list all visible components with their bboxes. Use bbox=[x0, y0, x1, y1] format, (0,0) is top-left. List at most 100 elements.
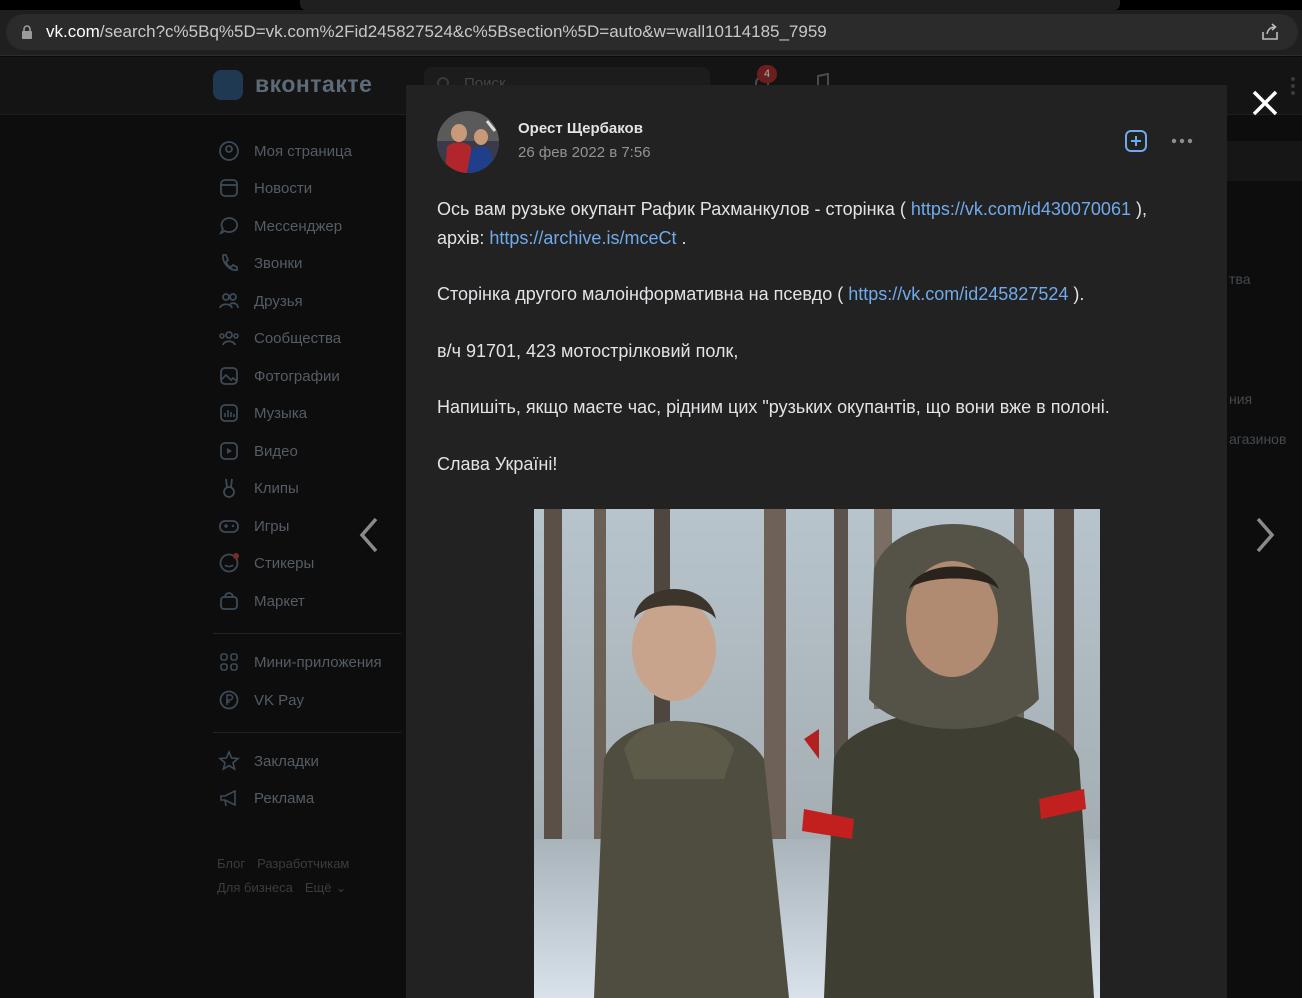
bg-right-panel bbox=[1227, 141, 1302, 181]
sidebar-item-label: VK Pay bbox=[254, 692, 305, 709]
sidebar-item-label: Фотографии bbox=[254, 368, 340, 385]
text-span: Сторінка другого малоінформативна на псе… bbox=[437, 284, 849, 304]
post-paragraph-3: в/ч 91701, 423 мотострілковий полк, bbox=[437, 340, 739, 361]
sidebar-item-bookmarks[interactable]: Закладки bbox=[213, 747, 413, 775]
sidebar-item-messenger[interactable]: Мессенджер bbox=[213, 212, 413, 240]
photo-image bbox=[534, 509, 1100, 998]
sidebar-divider bbox=[213, 732, 401, 733]
bg-right-text-1: тва bbox=[1229, 271, 1251, 287]
vk-logo-icon[interactable] bbox=[213, 70, 243, 100]
url-text[interactable]: vk.com/search?c%5Bq%5D=vk.com%2Fid245827… bbox=[46, 22, 827, 42]
mini-apps-icon bbox=[220, 653, 238, 671]
text-span: Ось вам рузьке окупант Рафик Рахманкулов… bbox=[437, 199, 911, 219]
text-span: архів: bbox=[437, 227, 490, 248]
browser-tab-strip bbox=[0, 0, 1302, 10]
sidebar-item-news[interactable]: Новости bbox=[213, 174, 413, 202]
video-icon bbox=[220, 442, 238, 460]
sidebar-item-music[interactable]: Музыка bbox=[213, 399, 413, 427]
bg-right-text-2: ния bbox=[1229, 391, 1253, 407]
music-icon bbox=[220, 404, 238, 422]
sidebar-item-label: Реклама bbox=[254, 790, 315, 807]
sidebar-item-label: Игры bbox=[254, 518, 290, 535]
chevron-left-icon[interactable] bbox=[354, 513, 384, 557]
post-modal: Орест Щербаков 26 фев 2022 в 7:56 Ось ва… bbox=[406, 85, 1227, 998]
sidebar-item-label: Стикеры bbox=[254, 555, 315, 572]
url-field[interactable]: vk.com/search?c%5Bq%5D=vk.com%2Fid245827… bbox=[6, 14, 1298, 50]
sidebar-item-communities[interactable]: Сообщества bbox=[213, 324, 413, 352]
communities-icon bbox=[219, 331, 239, 346]
sidebar-item-label: Мессенджер bbox=[254, 218, 343, 235]
sidebar-item-calls[interactable]: Звонки bbox=[213, 249, 413, 277]
bookmark-star-icon bbox=[218, 750, 240, 771]
text-span: ), bbox=[1130, 199, 1147, 219]
news-icon bbox=[220, 179, 238, 197]
sidebar-item-mini-apps[interactable]: Мини-приложения bbox=[213, 648, 413, 676]
post-paragraph-2: Сторінка другого малоінформативна на псе… bbox=[437, 280, 1207, 309]
sidebar-item-vk-pay[interactable]: VK Pay bbox=[213, 686, 413, 714]
footer-link-more[interactable]: Ещё bbox=[305, 880, 332, 895]
post-photo[interactable] bbox=[534, 509, 1100, 998]
chevron-right-icon[interactable] bbox=[1250, 513, 1280, 557]
sidebar-item-label: Закладки bbox=[254, 753, 319, 770]
sidebar-item-label: Сообщества bbox=[254, 330, 342, 347]
user-circle-icon bbox=[219, 141, 239, 161]
games-icon bbox=[219, 520, 239, 533]
more-vertical-icon[interactable] bbox=[1290, 75, 1300, 97]
post-link-second-profile[interactable]: https://vk.com/id245827524 bbox=[848, 284, 1068, 304]
sidebar-divider bbox=[213, 633, 401, 634]
sidebar-item-market[interactable]: Маркет bbox=[213, 587, 413, 615]
clips-icon bbox=[223, 478, 235, 498]
text-span: ). bbox=[1068, 284, 1085, 304]
sidebar-item-friends[interactable]: Друзья bbox=[213, 287, 413, 315]
notifications-badge: 4 bbox=[757, 65, 777, 83]
post-date[interactable]: 26 фев 2022 в 7:56 bbox=[518, 144, 651, 161]
footer-link-blog[interactable]: Блог bbox=[217, 856, 245, 871]
post-paragraph-1: Ось вам рузьке окупант Рафик Рахманкулов… bbox=[437, 195, 1207, 252]
sidebar-item-label: Клипы bbox=[254, 480, 299, 497]
sidebar-item-label: Друзья bbox=[254, 293, 303, 310]
text-span: . bbox=[676, 227, 687, 248]
browser-address-bar: vk.com/search?c%5Bq%5D=vk.com%2Fid245827… bbox=[0, 10, 1302, 56]
footer-link-developers[interactable]: Разработчикам bbox=[257, 856, 349, 871]
chevron-down-icon: ⌄ bbox=[335, 880, 347, 895]
more-horizontal-icon[interactable] bbox=[1169, 129, 1195, 153]
market-icon bbox=[220, 592, 238, 610]
sidebar-item-label: Новости bbox=[254, 180, 313, 197]
post-text: Ось вам рузьке окупант Рафик Рахманкулов… bbox=[437, 195, 1207, 478]
vk-footer-links: Блог Разработчикам Для бизнеса Ещё ⌄ bbox=[217, 852, 361, 900]
lock-icon[interactable] bbox=[20, 25, 34, 39]
sidebar-item-label: Моя страница bbox=[254, 143, 352, 160]
post-paragraph-5: Слава Україні! bbox=[437, 453, 558, 474]
vk-logo-text[interactable]: вконтакте bbox=[255, 71, 372, 98]
active-tab[interactable] bbox=[300, 0, 1120, 10]
message-icon bbox=[218, 217, 238, 236]
post-author-name[interactable]: Орест Щербаков bbox=[518, 120, 643, 137]
url-path: /search?c%5Bq%5D=vk.com%2Fid245827524&c%… bbox=[99, 22, 827, 41]
sidebar-item-label: Мини-приложения bbox=[254, 654, 382, 671]
author-avatar[interactable] bbox=[437, 111, 499, 173]
friends-icon bbox=[219, 293, 239, 309]
sidebar-item-my-page[interactable]: Моя страница bbox=[213, 137, 413, 165]
phone-icon bbox=[222, 254, 238, 271]
stickers-icon bbox=[219, 553, 239, 573]
post-link-archive[interactable]: https://archive.is/mceCt bbox=[489, 228, 676, 248]
avatar-image bbox=[437, 111, 499, 173]
megaphone-icon bbox=[220, 789, 236, 807]
bg-right-text-3: агазинов bbox=[1229, 431, 1287, 447]
post-paragraph-4: Напишіть, якщо маєте час, рідним цих "ру… bbox=[437, 397, 1110, 417]
share-icon[interactable] bbox=[1260, 22, 1280, 42]
sidebar-item-photos[interactable]: Фотографии bbox=[213, 362, 413, 390]
url-domain: vk.com bbox=[46, 22, 100, 41]
sidebar-item-clips[interactable]: Клипы bbox=[213, 474, 413, 502]
post-link-profile[interactable]: https://vk.com/id430070061 bbox=[911, 199, 1131, 219]
add-bookmark-icon[interactable] bbox=[1124, 129, 1148, 153]
sidebar-item-video[interactable]: Видео bbox=[213, 437, 413, 465]
photos-icon bbox=[220, 367, 238, 385]
footer-link-business[interactable]: Для бизнеса bbox=[217, 880, 293, 895]
close-icon[interactable] bbox=[1250, 88, 1280, 118]
sidebar-item-label: Маркет bbox=[254, 593, 305, 610]
sidebar-item-label: Музыка bbox=[254, 405, 308, 422]
sidebar-item-label: Звонки bbox=[254, 255, 303, 272]
sidebar-item-ads[interactable]: Реклама bbox=[213, 784, 413, 812]
vk-pay-icon bbox=[219, 690, 239, 710]
